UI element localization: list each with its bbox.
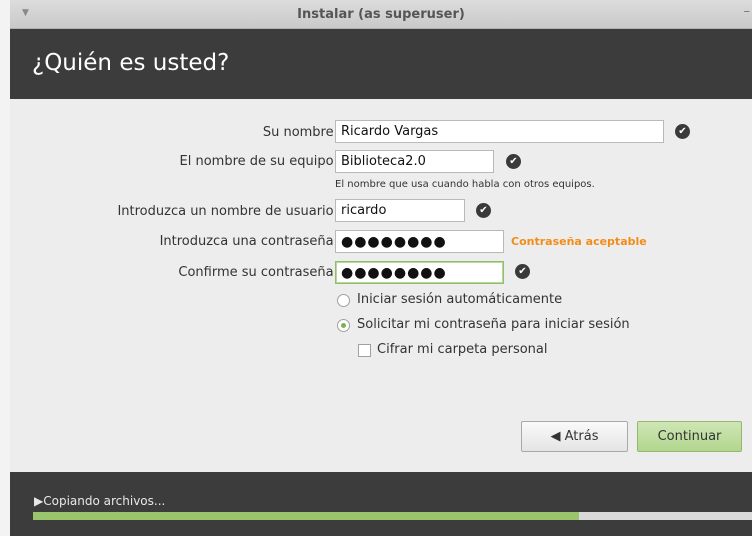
computer-name-valid-check-icon: ✔ — [506, 154, 521, 169]
require-password-radio[interactable] — [337, 319, 350, 332]
username-input[interactable]: ricardo — [335, 199, 465, 222]
back-button-label: Atrás — [564, 429, 599, 444]
confirm-password-input[interactable]: ●●●●●●●● — [335, 261, 504, 284]
username-label: Introduzca un nombre de usuario: — [117, 204, 338, 219]
page-header: ¿Quién es usted? — [10, 29, 752, 99]
installer-footer: ▶Copiando archivos... — [10, 472, 752, 536]
name-label: Su nombre: — [262, 125, 338, 140]
page-title: ¿Quién es usted? — [32, 50, 230, 76]
window-title: Instalar (as superuser) — [297, 7, 465, 22]
name-valid-check-icon: ✔ — [675, 124, 690, 139]
confirm-password-valid-check-icon: ✔ — [515, 264, 530, 279]
username-valid-check-icon: ✔ — [476, 203, 491, 218]
name-input[interactable]: Ricardo Vargas — [335, 120, 664, 143]
auto-login-label[interactable]: Iniciar sesión automáticamente — [357, 292, 562, 307]
password-input[interactable]: ●●●●●●●● — [335, 230, 504, 253]
expander-arrow-icon: ▶ — [34, 494, 44, 508]
continue-button[interactable]: Continuar — [637, 421, 742, 452]
back-arrow-icon: ◀ — [550, 429, 561, 444]
install-progress-bar — [33, 512, 752, 520]
install-status-text: Copiando archivos... — [43, 494, 166, 508]
user-form-panel: Su nombre: Ricardo Vargas ✔ El nombre de… — [10, 99, 752, 472]
back-button[interactable]: ◀ Atrás — [521, 421, 628, 452]
window-titlebar[interactable]: ▼ Instalar (as superuser) – — [10, 0, 752, 29]
confirm-password-label: Confirme su contraseña: — [178, 265, 338, 280]
require-password-label[interactable]: Solicitar mi contraseña para iniciar ses… — [357, 317, 630, 332]
password-strength-label: Contraseña aceptable — [511, 235, 647, 248]
computer-name-hint: El nombre que usa cuando habla con otros… — [335, 179, 595, 190]
install-progress-fill — [33, 512, 579, 520]
computer-name-label: El nombre de su equipo: — [179, 154, 338, 169]
encrypt-home-checkbox[interactable] — [358, 344, 371, 357]
auto-login-radio[interactable] — [337, 294, 350, 307]
minimize-icon[interactable]: – — [744, 4, 751, 19]
computer-name-input[interactable]: Biblioteca2.0 — [335, 150, 494, 173]
password-label: Introduzca una contraseña: — [159, 234, 338, 249]
install-status[interactable]: ▶Copiando archivos... — [34, 494, 165, 508]
encrypt-home-label[interactable]: Cifrar mi carpeta personal — [377, 342, 548, 357]
